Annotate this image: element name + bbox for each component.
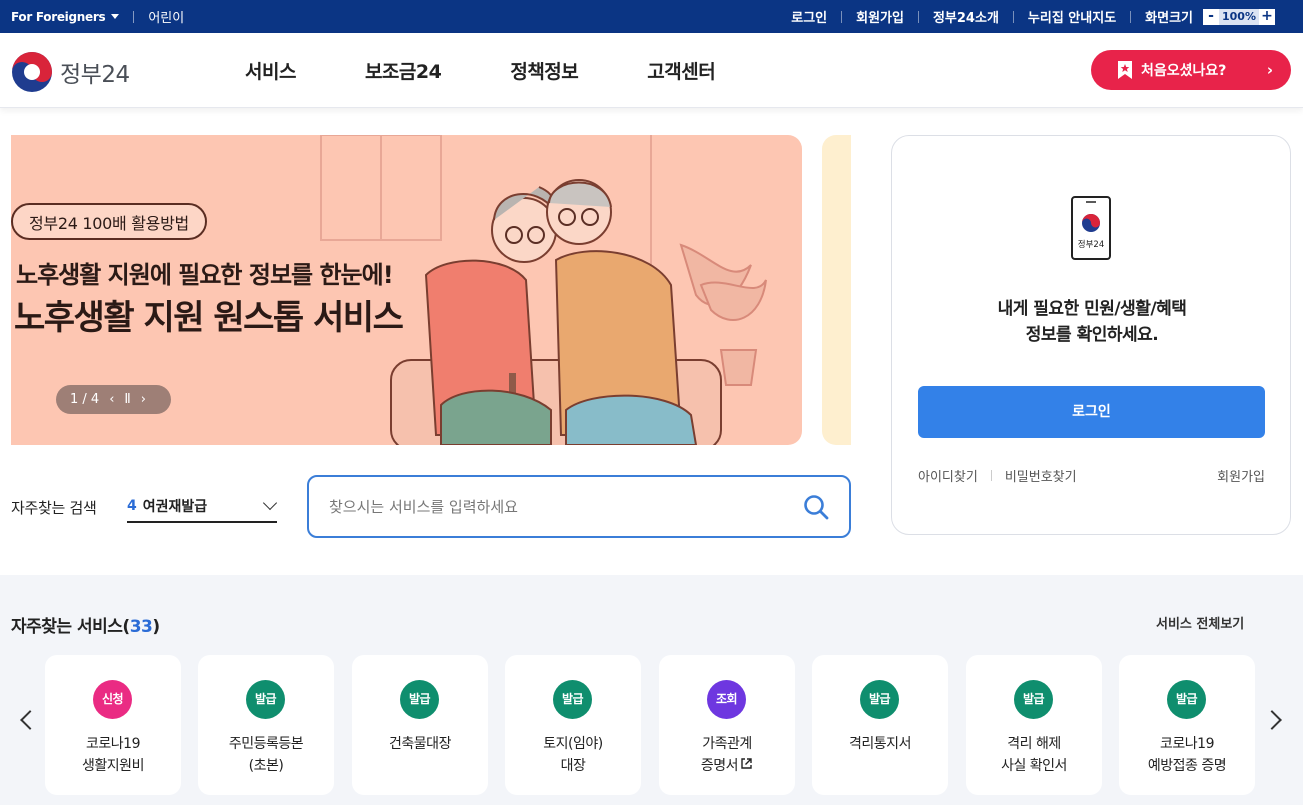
banner-badge: 정부24 100배 활용방법 — [11, 203, 207, 240]
taegeuk-logo-icon — [12, 52, 52, 92]
service-card[interactable]: 신청 코로나19 생활지원비 — [45, 655, 181, 795]
chevron-right-icon[interactable]: › — [141, 392, 146, 407]
logo-text: 정부24 — [60, 62, 130, 88]
hero-banner[interactable]: 정부24 100배 활용방법 노후생활 지원에 필요한 정보를 한눈에! 노후생… — [11, 135, 802, 445]
mobile-id-icon-label: 정부24 — [1078, 239, 1104, 250]
divider — [1012, 10, 1014, 23]
login-card: 정부24 내게 필요한 민원/생활/혜택 정보를 확인하세요. 로그인 아이디찾… — [891, 135, 1291, 535]
chevron-right-icon: › — [1266, 61, 1273, 79]
zoom-value: 100% — [1219, 8, 1259, 25]
nav-policy[interactable]: 정책정보 — [510, 57, 578, 84]
service-card[interactable]: 발급 격리 해제 사실 확인서 — [966, 655, 1102, 795]
view-all-services-link[interactable]: 서비스 전체보기 — [1156, 613, 1244, 632]
site-logo[interactable]: 정부24 — [11, 51, 130, 93]
service-tag: 발급 — [553, 680, 592, 719]
banner-page-indicator: 1 / 4 — [70, 392, 100, 407]
chevron-left-icon[interactable]: ‹ — [109, 392, 114, 407]
section-title-text: 자주찾는 서비스 — [11, 617, 123, 637]
login-links: 아이디찾기 비밀번호찾기 회원가입 — [918, 466, 1265, 485]
search-box — [307, 475, 851, 538]
main-nav: 서비스 보조금24 정책정보 고객센터 — [245, 33, 784, 108]
zoom-in-button[interactable]: + — [1259, 8, 1275, 25]
frequent-search-value: 여권재발급 — [142, 498, 208, 515]
service-name: 격리 해제 사실 확인서 — [1001, 736, 1067, 774]
for-foreigners-label: For Foreigners — [11, 9, 106, 24]
utility-right: 로그인 회원가입 정부24소개 누리집 안내지도 화면크기 - 100% + — [791, 0, 1275, 33]
service-card[interactable]: 발급 토지(임야) 대장 — [505, 655, 641, 795]
find-id-link[interactable]: 아이디찾기 — [918, 466, 978, 485]
frequent-search-select[interactable]: 4 여권재발급 — [127, 490, 278, 523]
service-tag: 발급 — [860, 680, 899, 719]
search-input[interactable] — [329, 495, 789, 519]
utility-left: For Foreigners 어린이 — [11, 0, 184, 33]
first-visit-button[interactable]: 처음오셨나요? › — [1091, 50, 1291, 90]
about-link[interactable]: 정부24소개 — [933, 7, 999, 26]
service-name: 가족관계 증명서 — [700, 736, 752, 774]
service-name: 건축물대장 — [389, 736, 451, 752]
service-name: 격리통지서 — [849, 736, 911, 752]
login-message-line1: 내게 필요한 민원/생활/혜택 — [997, 299, 1187, 319]
frequent-search-label: 자주찾는 검색 — [11, 499, 97, 517]
signup-link[interactable]: 회원가입 — [856, 7, 904, 26]
service-name: 코로나19 예방접종 증명 — [1147, 736, 1227, 774]
service-card[interactable]: 발급 격리통지서 — [812, 655, 948, 795]
caret-down-icon — [111, 14, 120, 19]
zoom-control: - 100% + — [1203, 8, 1275, 25]
divider — [1130, 10, 1132, 23]
carousel-prev-icon[interactable] — [20, 710, 40, 730]
main-header: 정부24 서비스 보조금24 정책정보 고객센터 처음오셨나요? › — [0, 33, 1303, 108]
signup-link[interactable]: 회원가입 — [1217, 466, 1265, 485]
carousel-next-icon[interactable] — [1262, 710, 1282, 730]
login-message-line2: 정보를 확인하세요. — [1025, 325, 1159, 345]
banner-subtitle: 노후생활 지원에 필요한 정보를 한눈에! — [16, 261, 394, 289]
nav-support[interactable]: 고객센터 — [647, 57, 715, 84]
service-name: 코로나19 생활지원비 — [82, 736, 144, 774]
banner-title: 노후생활 지원 원스톱 서비스 — [14, 298, 404, 338]
service-count: 33 — [129, 617, 153, 637]
service-tag: 발급 — [246, 680, 285, 719]
divider — [917, 10, 919, 23]
service-card[interactable]: 발급 건축물대장 — [352, 655, 488, 795]
service-tag: 조회 — [707, 680, 746, 719]
divider — [990, 470, 992, 481]
login-button[interactable]: 로그인 — [918, 386, 1265, 438]
chevron-down-icon — [262, 495, 278, 511]
service-card[interactable]: 조회 가족관계 증명서 — [659, 655, 795, 795]
login-link[interactable]: 로그인 — [791, 7, 827, 26]
bookmark-star-icon — [1118, 61, 1132, 79]
nav-subsidy[interactable]: 보조금24 — [365, 57, 442, 84]
service-tag: 발급 — [1167, 680, 1206, 719]
first-visit-label: 처음오셨나요? — [1141, 63, 1227, 79]
zoom-out-button[interactable]: - — [1203, 8, 1219, 25]
banner-pager: 1 / 4 ‹ Ⅱ › — [56, 385, 171, 414]
service-card[interactable]: 발급 코로나19 예방접종 증명 — [1119, 655, 1255, 795]
frequent-search-rank: 4 — [127, 497, 137, 514]
for-foreigners-dropdown[interactable]: For Foreigners — [11, 9, 120, 24]
search-icon[interactable] — [803, 494, 829, 520]
service-tag: 신청 — [93, 680, 132, 719]
nav-services[interactable]: 서비스 — [245, 57, 296, 84]
service-tag: 발급 — [1014, 680, 1053, 719]
mobile-id-icon: 정부24 — [1071, 196, 1111, 260]
pause-icon[interactable]: Ⅱ — [124, 392, 130, 407]
login-message: 내게 필요한 민원/생활/혜택 정보를 확인하세요. — [892, 296, 1292, 348]
frequent-services-section: 자주찾는 서비스(33) 서비스 전체보기 신청 코로나19 생활지원비 발급 주… — [0, 575, 1303, 805]
sitemap-link[interactable]: 누리집 안내지도 — [1028, 7, 1116, 26]
divider — [841, 10, 843, 23]
section-title: 자주찾는 서비스(33) — [11, 617, 160, 637]
divider — [133, 10, 135, 23]
external-link-icon — [741, 758, 752, 769]
service-name: 토지(임야) 대장 — [543, 736, 603, 774]
service-name: 주민등록등본 (초본) — [228, 736, 304, 774]
service-tag: 발급 — [400, 680, 439, 719]
service-card[interactable]: 발급 주민등록등본 (초본) — [198, 655, 334, 795]
next-banner-preview[interactable] — [822, 135, 851, 445]
zoom-label: 화면크기 — [1145, 11, 1193, 26]
kids-link[interactable]: 어린이 — [148, 7, 184, 26]
find-password-link[interactable]: 비밀번호찾기 — [1005, 466, 1077, 485]
utility-bar: For Foreigners 어린이 로그인 회원가입 정부24소개 누리집 안… — [0, 0, 1303, 33]
